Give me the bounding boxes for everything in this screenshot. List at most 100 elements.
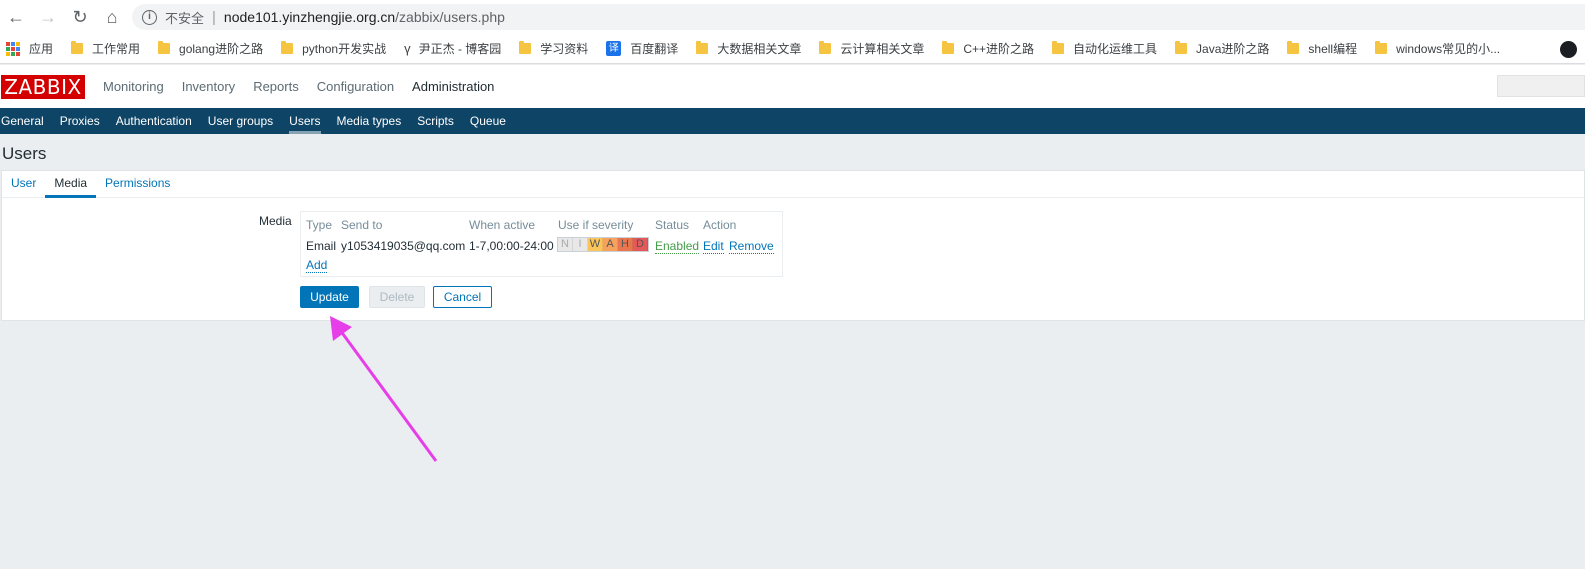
page-title: Users (2, 144, 47, 163)
address-bar[interactable]: i 不安全 | node101.yinzhengjie.org.cn/zabbi… (132, 4, 1585, 30)
bookmark-folder[interactable]: python开发实战 (281, 40, 386, 57)
forward-icon[interactable]: → (32, 0, 64, 34)
submenu-users[interactable]: Users (281, 108, 328, 134)
menu-monitoring[interactable]: Monitoring (94, 79, 173, 94)
submenu: General Proxies Authentication User grou… (0, 108, 1585, 134)
bookmark-apps[interactable]: 应用 (6, 40, 53, 57)
menu-configuration[interactable]: Configuration (308, 79, 403, 94)
bookmark-folder[interactable]: Java进阶之路 (1175, 40, 1269, 57)
bookmark-folder[interactable]: golang进阶之路 (158, 40, 263, 57)
address-separator: | (212, 8, 216, 26)
bookmark-label: python开发实战 (302, 42, 387, 56)
url-host: node101.yinzhengjie.org.cn (223, 9, 396, 25)
bookmark-folder[interactable]: C++进阶之路 (942, 40, 1034, 57)
github-icon[interactable] (1560, 41, 1577, 58)
severity-warning: W (588, 238, 603, 251)
folder-icon (696, 41, 709, 54)
url-text[interactable]: node101.yinzhengjie.org.cn/zabbix/users.… (224, 9, 505, 25)
media-table: Type Send to When active Use if severity… (300, 211, 783, 277)
bookmark-label: Java进阶之路 (1196, 42, 1270, 56)
media-send-to-cell: y1053419035@qq.com (341, 239, 466, 253)
media-add-link[interactable]: Add (306, 258, 328, 273)
severity-indicator: N I W A H D (557, 237, 649, 252)
bookmark-folder[interactable]: windows常见的小... (1375, 40, 1500, 57)
translate-icon: 译 (606, 41, 622, 56)
submenu-general[interactable]: General (0, 108, 52, 134)
folder-icon (1052, 41, 1065, 54)
update-button[interactable]: Update (300, 286, 359, 308)
arrow-shaft (338, 329, 438, 462)
submenu-queue[interactable]: Queue (462, 108, 514, 134)
severity-not-classified: N (558, 238, 573, 251)
url-path: /zabbix/users.php (395, 9, 505, 25)
form-tabs: User Media Permissions (2, 171, 1584, 198)
column-header-send-to: Send to (341, 218, 383, 232)
column-header-severity: Use if severity (558, 218, 634, 232)
submenu-authentication[interactable]: Authentication (108, 108, 200, 134)
tab-permissions[interactable]: Permissions (96, 176, 179, 197)
submenu-media-types[interactable]: Media types (329, 108, 410, 134)
browser-toolbar: ← → ↻ ⌂ i 不安全 | node101.yinzhengjie.org.… (0, 0, 1585, 34)
bookmark-label: 应用 (29, 42, 54, 56)
insecure-label: 不安全 (165, 10, 205, 26)
submenu-user-groups[interactable]: User groups (200, 108, 281, 134)
folder-icon (519, 41, 532, 54)
media-type-cell: Email (306, 239, 337, 253)
menu-reports[interactable]: Reports (244, 79, 308, 94)
bookmark-label: 百度翻译 (630, 42, 679, 56)
folder-icon (281, 41, 294, 54)
folder-icon (158, 41, 171, 54)
submenu-proxies[interactable]: Proxies (52, 108, 108, 134)
bookmark-folder[interactable]: 自动化运维工具 (1052, 40, 1157, 57)
column-header-action: Action (703, 218, 737, 232)
folder-icon (71, 41, 84, 54)
zabbix-logo[interactable]: ZABBIX (1, 74, 85, 99)
folder-icon (1375, 41, 1388, 54)
menu-inventory[interactable]: Inventory (173, 79, 244, 94)
reload-icon[interactable]: ↻ (64, 0, 96, 34)
search-input[interactable] (1497, 75, 1585, 97)
column-header-when-active: When active (469, 218, 536, 232)
bookmark-folder[interactable]: 云计算相关文章 (819, 40, 924, 57)
folder-icon (819, 41, 832, 54)
main-menu: Monitoring Inventory Reports Configurati… (94, 79, 503, 94)
tab-media[interactable]: Media (45, 176, 96, 198)
bookmark-folder[interactable]: 大数据相关文章 (696, 40, 801, 57)
severity-disaster: D (633, 238, 648, 251)
bookmark-translate[interactable]: 译百度翻译 (606, 40, 678, 57)
menu-administration[interactable]: Administration (403, 79, 503, 94)
media-remove-link[interactable]: Remove (729, 239, 774, 254)
media-when-active-cell: 1-7,00:00-24:00 (469, 239, 554, 253)
bookmark-label: 云计算相关文章 (840, 42, 925, 56)
tab-user[interactable]: User (2, 176, 45, 197)
media-status-link[interactable]: Enabled (655, 239, 700, 254)
back-icon[interactable]: ← (0, 0, 32, 34)
severity-average: A (603, 238, 618, 251)
folder-icon (942, 41, 955, 54)
home-icon[interactable]: ⌂ (96, 0, 128, 34)
bookmark-label: 工作常用 (92, 42, 141, 56)
apps-grid-icon (6, 41, 20, 56)
bookmark-label: C++进阶之路 (963, 42, 1035, 56)
bookmark-label: shell编程 (1308, 42, 1358, 56)
bookmarks-bar: 应用 工作常用 golang进阶之路 python开发实战 ү 尹正杰 - 博客园… (0, 34, 1585, 64)
blog-icon: ү (404, 41, 411, 56)
bookmark-folder[interactable]: shell编程 (1287, 40, 1357, 57)
severity-information: I (573, 238, 588, 251)
user-form-panel: User Media Permissions Media Type Send t… (1, 170, 1585, 321)
column-header-status: Status (655, 218, 690, 232)
severity-high: H (618, 238, 633, 251)
zabbix-header: ZABBIX Monitoring Inventory Reports Conf… (0, 65, 1585, 108)
submenu-scripts[interactable]: Scripts (409, 108, 462, 134)
bookmark-folder[interactable]: 学习资料 (519, 40, 588, 57)
media-edit-link[interactable]: Edit (703, 239, 724, 254)
bookmark-label: 学习资料 (540, 42, 589, 56)
bookmark-label: 尹正杰 - 博客园 (418, 42, 502, 56)
info-icon[interactable]: i (142, 9, 157, 25)
media-label: Media (259, 214, 292, 228)
cancel-button[interactable]: Cancel (433, 286, 492, 308)
delete-button[interactable]: Delete (369, 286, 425, 308)
bookmark-blog[interactable]: ү 尹正杰 - 博客园 (404, 40, 501, 57)
bookmark-folder[interactable]: 工作常用 (71, 40, 140, 57)
bookmark-label: 自动化运维工具 (1073, 42, 1158, 56)
